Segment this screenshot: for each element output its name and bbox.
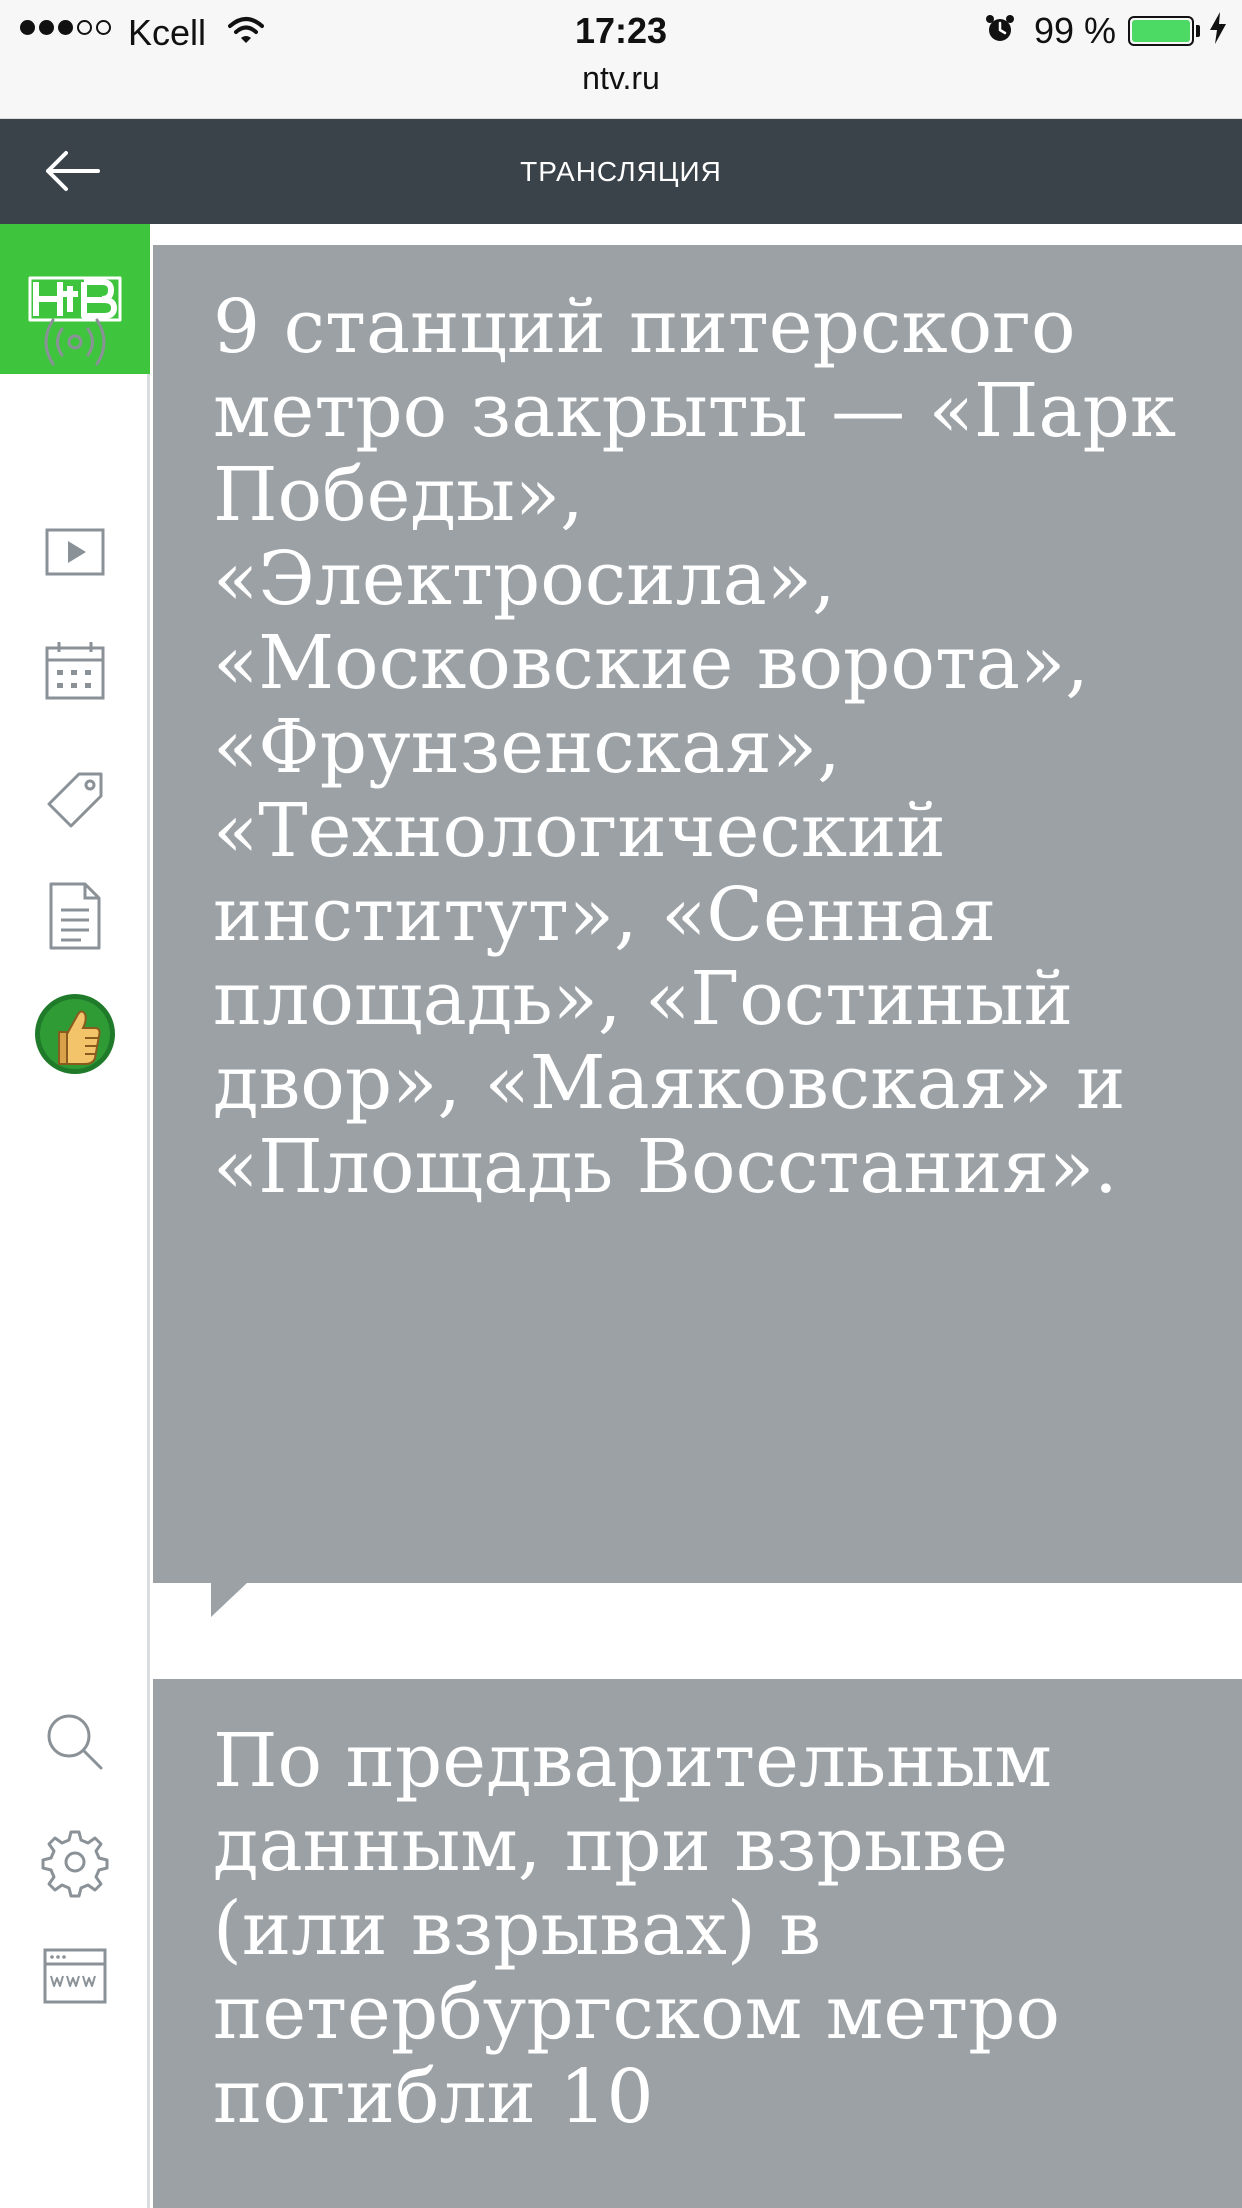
tag-icon [47, 772, 103, 828]
broadcast-icon [44, 318, 106, 366]
battery-percentage: 99 % [1034, 10, 1117, 51]
sidebar-item-broadcast[interactable] [35, 302, 115, 382]
sidebar [0, 224, 150, 2208]
alarm-icon [984, 12, 1016, 54]
gear-icon [41, 1830, 109, 1898]
feed-card-text: По предварительным данным, при взрыве (и… [213, 1718, 1060, 2140]
arrow-left-icon [46, 151, 100, 191]
sidebar-item-articles[interactable] [35, 876, 115, 956]
top-bar: ТРАНСЛЯЦИЯ [0, 119, 1242, 224]
feed-card: 9 станций питерского метро закрыты — «Па… [153, 245, 1242, 1583]
page-title: ТРАНСЛЯЦИЯ [520, 156, 722, 187]
back-button[interactable] [42, 143, 102, 199]
charging-icon [1208, 12, 1228, 52]
sidebar-item-schedule[interactable] [35, 632, 115, 712]
status-row: Kcell 17:23 99 % [0, 10, 1242, 54]
sidebar-item-search[interactable] [35, 1702, 115, 1782]
play-icon [45, 528, 105, 576]
sidebar-item-settings[interactable] [35, 1822, 115, 1902]
battery-icon [1128, 16, 1194, 46]
live-feed[interactable]: 9 станций питерского метро закрыты — «Па… [153, 224, 1242, 2208]
www-icon [43, 1948, 107, 2004]
feed-card-tail [211, 1583, 247, 1617]
thumbs-up-icon [35, 994, 115, 1074]
search-icon [47, 1714, 103, 1770]
calendar-icon [45, 642, 105, 700]
battery-level [1132, 20, 1190, 42]
feed-card: По предварительным данным, при взрыве (и… [153, 1679, 1242, 2208]
sidebar-item-tags[interactable] [35, 762, 115, 842]
sidebar-item-video[interactable] [35, 512, 115, 592]
url-bar[interactable]: ntv.ru [0, 60, 1242, 97]
battery-cap [1196, 25, 1200, 37]
sidebar-item-rating[interactable] [33, 992, 117, 1076]
sidebar-item-website[interactable] [35, 1936, 115, 2016]
feed-card-text: 9 станций питерского метро закрыты — «Па… [213, 284, 1177, 1210]
document-icon [49, 882, 101, 950]
status-bar: Kcell 17:23 99 % ntv.ru [0, 0, 1242, 119]
